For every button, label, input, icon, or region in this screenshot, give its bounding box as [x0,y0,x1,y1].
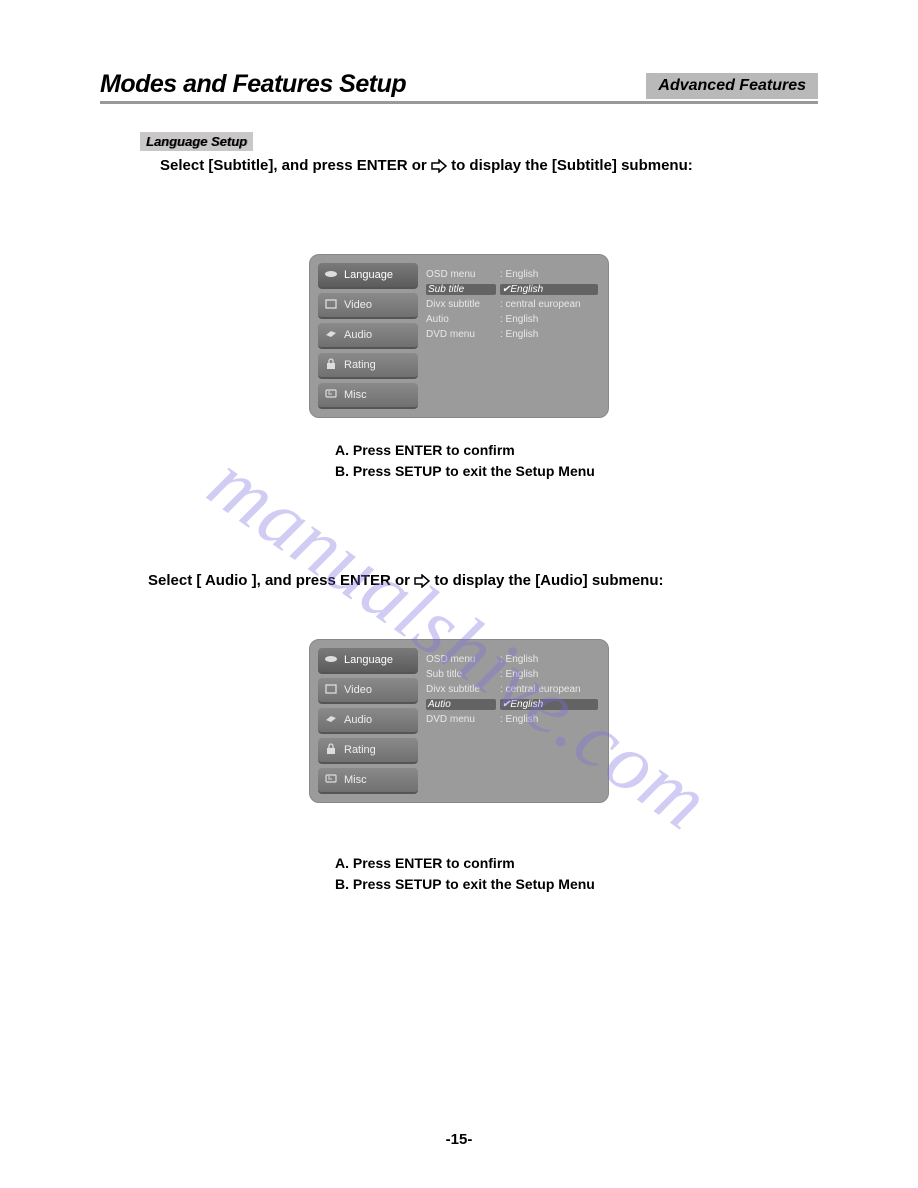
osd-submenu: OSD menu : English Sub title : English Divx … [424,648,600,794]
osd-tab-label: Language [344,654,393,666]
osd-row-value: : English [500,669,598,680]
instruction-subtitle: Select [Subtitle], and press ENTER or to… [160,157,818,174]
osd-row-label: OSD menu [426,269,496,280]
steps-audio: A. Press ENTER to confirm B. Press SETUP… [335,853,818,895]
instr1-pre: Select [Subtitle], and press [160,157,357,174]
osd-row-label: Sub title [426,669,496,680]
osd-row-value: : English [500,329,598,340]
step-b: B. Press SETUP to exit the Setup Menu [335,461,818,482]
osd-row-label: DVD menu [426,329,496,340]
osd-row-value: : central european [500,299,598,310]
lips-icon [324,654,338,667]
instruction-audio: Select [ Audio ], and press ENTER or to … [148,572,818,589]
osd-tab-video: Video [318,678,418,704]
osd-tab-misc: Misc [318,768,418,794]
header: Modes and Features Setup Advanced Featur… [100,70,818,99]
osd-row-label: DVD menu [426,714,496,725]
osd-row-label: Divx subtitle [426,684,496,695]
osd-tab-language: Language [318,648,418,674]
instr2-pre: Select [ Audio ], and press [148,572,340,589]
osd-row-label: Autio [426,314,496,325]
osd-row: Autio ✔English [426,697,598,712]
step-a: A. Press ENTER to confirm [335,440,818,461]
horn-icon [324,714,338,727]
osd-row: DVD menu : English [426,327,598,342]
arrow-right-icon [414,574,430,588]
note-icon [324,389,338,402]
step-a: A. Press ENTER to confirm [335,853,818,874]
step-b: B. Press SETUP to exit the Setup Menu [335,874,818,895]
osd-tab-label: Audio [344,714,372,726]
osd-row: Divx subtitle : central european [426,297,598,312]
osd-row: Autio : English [426,312,598,327]
osd-row: OSD menu : English [426,652,598,667]
header-rule [100,101,818,104]
note-icon [324,774,338,787]
tv-icon [324,684,338,697]
osd-tab-label: Rating [344,744,376,756]
lips-icon [324,269,338,282]
osd-row: OSD menu : English [426,267,598,282]
osd-tab-label: Video [344,299,372,311]
osd-tab-label: Video [344,684,372,696]
lock-icon [324,358,338,373]
osd-row-value: ✔English [500,284,598,295]
lock-icon [324,743,338,758]
language-setup-heading: Language Setup [140,132,253,151]
osd-tab-label: Audio [344,329,372,341]
osd-tab-rating: Rating [318,353,418,379]
instr2-post: to display the [Audio] submenu: [434,572,663,589]
osd-row-label: OSD menu [426,654,496,665]
arrow-right-icon [431,159,447,173]
osd-tab-audio: Audio [318,708,418,734]
osd-tabs: Language Video Audio Rating Misc [318,648,418,794]
osd-row-value: : English [500,314,598,325]
osd-row-value: : English [500,654,598,665]
osd-row-value: ✔English [500,699,598,710]
page-number: -15- [0,1131,918,1148]
instr1-post: to display the [Subtitle] submenu: [451,157,693,174]
osd-tab-label: Rating [344,359,376,371]
instr1-enter: ENTER [357,157,408,174]
osd-panel-subtitle: Language Video Audio Rating Misc O [309,254,609,418]
section-badge: Advanced Features [646,73,818,99]
tv-icon [324,299,338,312]
osd-row-value: : English [500,714,598,725]
osd-tab-rating: Rating [318,738,418,764]
osd-row: DVD menu : English [426,712,598,727]
osd-tab-label: Misc [344,774,367,786]
osd-tabs: Language Video Audio Rating Misc [318,263,418,409]
osd-row-value: : English [500,269,598,280]
steps-subtitle: A. Press ENTER to confirm B. Press SETUP… [335,440,818,482]
instr2-enter: ENTER [340,572,391,589]
osd-row-value: : central european [500,684,598,695]
osd-tab-label: Language [344,269,393,281]
osd-row-label: Sub title [426,284,496,295]
osd-submenu: OSD menu : English Sub title ✔English Divx s… [424,263,600,409]
instr2-mid: or [395,572,414,589]
horn-icon [324,329,338,342]
page-title: Modes and Features Setup [100,70,406,99]
osd-tab-misc: Misc [318,383,418,409]
osd-tab-video: Video [318,293,418,319]
osd-tab-label: Misc [344,389,367,401]
osd-row: Divx subtitle : central european [426,682,598,697]
instr1-mid: or [412,157,431,174]
osd-panel-audio: Language Video Audio Rating Misc O [309,639,609,803]
osd-row-label: Divx subtitle [426,299,496,310]
osd-tab-language: Language [318,263,418,289]
osd-row: Sub title : English [426,667,598,682]
osd-row: Sub title ✔English [426,282,598,297]
osd-row-label: Autio [426,699,496,710]
osd-tab-audio: Audio [318,323,418,349]
